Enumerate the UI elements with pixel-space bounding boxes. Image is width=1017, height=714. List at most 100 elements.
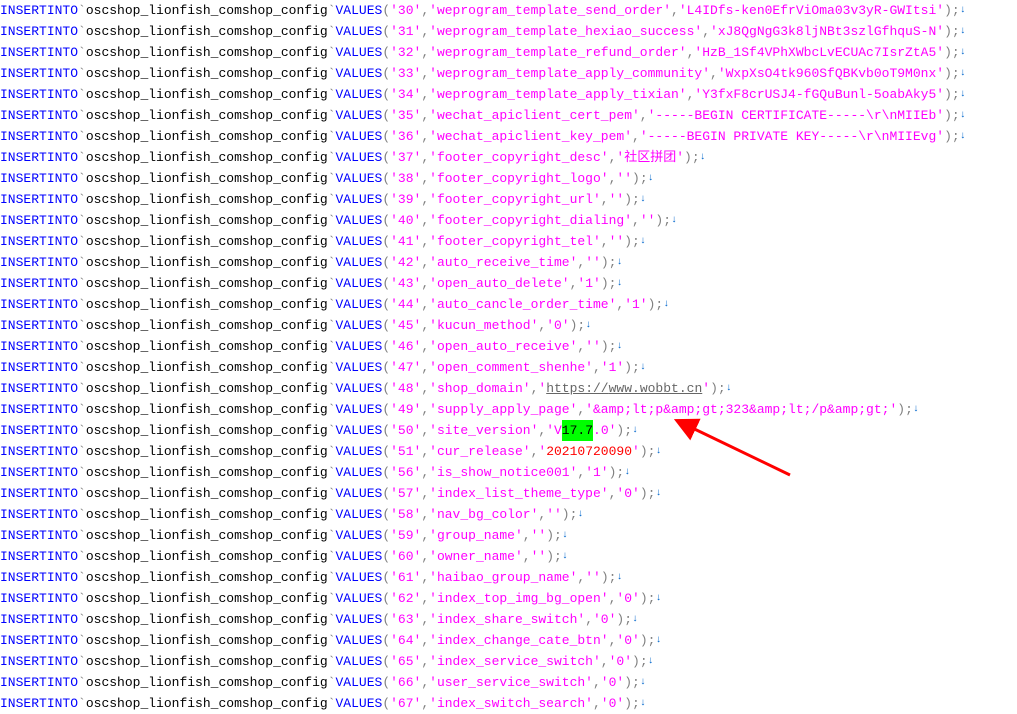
table-name: oscshop_lionfish_comshop_config — [86, 546, 328, 567]
values-keyword: VALUES — [336, 483, 383, 504]
into-keyword: INTO — [47, 84, 78, 105]
values-keyword: VALUES — [336, 651, 383, 672]
sql-line: INSERT INTO `oscshop_lionfish_comshop_co… — [0, 189, 1017, 210]
config-value: '' — [609, 231, 625, 252]
into-keyword: INTO — [47, 483, 78, 504]
row-id: '51' — [390, 441, 421, 462]
insert-keyword: INSERT — [0, 42, 47, 63]
config-value: '0' — [601, 693, 624, 714]
insert-keyword: INSERT — [0, 147, 47, 168]
table-name: oscshop_lionfish_comshop_config — [86, 630, 328, 651]
row-id: '66' — [390, 672, 421, 693]
config-value: '1' — [624, 294, 647, 315]
sql-line: INSERT INTO `oscshop_lionfish_comshop_co… — [0, 0, 1017, 21]
row-id: '33' — [390, 63, 421, 84]
table-name: oscshop_lionfish_comshop_config — [86, 210, 328, 231]
values-keyword: VALUES — [336, 315, 383, 336]
newline-marker: ↓ — [648, 651, 654, 672]
newline-marker: ↓ — [960, 105, 966, 126]
sql-line: INSERT INTO `oscshop_lionfish_comshop_co… — [0, 105, 1017, 126]
values-keyword: VALUES — [336, 126, 383, 147]
sql-line: INSERT INTO `oscshop_lionfish_comshop_co… — [0, 315, 1017, 336]
table-name: oscshop_lionfish_comshop_config — [86, 294, 328, 315]
sql-line: INSERT INTO `oscshop_lionfish_comshop_co… — [0, 294, 1017, 315]
into-keyword: INTO — [47, 252, 78, 273]
config-key: 'shop_domain' — [429, 378, 530, 399]
row-id: '64' — [390, 630, 421, 651]
config-value: 'Y3fxF8crUSJ4-fGQuBunl-5oabAky5' — [694, 84, 944, 105]
sql-line: INSERT INTO `oscshop_lionfish_comshop_co… — [0, 63, 1017, 84]
values-keyword: VALUES — [336, 294, 383, 315]
row-id: '65' — [390, 651, 421, 672]
newline-marker: ↓ — [700, 147, 706, 168]
insert-keyword: INSERT — [0, 441, 47, 462]
into-keyword: INTO — [47, 231, 78, 252]
sql-line: INSERT INTO `oscshop_lionfish_comshop_co… — [0, 84, 1017, 105]
values-keyword: VALUES — [336, 609, 383, 630]
row-id: '35' — [390, 105, 421, 126]
newline-marker: ↓ — [655, 441, 661, 462]
insert-keyword: INSERT — [0, 630, 47, 651]
table-name: oscshop_lionfish_comshop_config — [86, 693, 328, 714]
config-key: 'footer_copyright_dialing' — [429, 210, 632, 231]
into-keyword: INTO — [47, 336, 78, 357]
config-value: '' — [531, 546, 547, 567]
config-value: '' — [546, 504, 562, 525]
insert-keyword: INSERT — [0, 0, 47, 21]
config-key: 'index_list_theme_type' — [429, 483, 608, 504]
insert-keyword: INSERT — [0, 189, 47, 210]
sql-line: INSERT INTO `oscshop_lionfish_comshop_co… — [0, 147, 1017, 168]
into-keyword: INTO — [47, 315, 78, 336]
insert-keyword: INSERT — [0, 651, 47, 672]
values-keyword: VALUES — [336, 168, 383, 189]
sql-line: INSERT INTO `oscshop_lionfish_comshop_co… — [0, 441, 1017, 462]
config-value: '0' — [601, 672, 624, 693]
table-name: oscshop_lionfish_comshop_config — [86, 21, 328, 42]
newline-marker: ↓ — [585, 315, 591, 336]
config-value: '' — [609, 189, 625, 210]
config-key: 'open_comment_shenhe' — [429, 357, 593, 378]
config-key: 'index_share_switch' — [429, 609, 585, 630]
config-value: 'xJ8QgNgG3k8ljNBt3szlGfhquS-N' — [710, 21, 944, 42]
sql-code-block: INSERT INTO `oscshop_lionfish_comshop_co… — [0, 0, 1017, 714]
config-value: ' — [616, 147, 624, 168]
newline-marker: ↓ — [640, 231, 646, 252]
newline-marker: ↓ — [616, 567, 622, 588]
row-id: '47' — [390, 357, 421, 378]
config-value: '&amp;lt;p&amp;gt;323&amp;lt;/p&amp;gt;' — [585, 399, 897, 420]
insert-keyword: INSERT — [0, 273, 47, 294]
into-keyword: INTO — [47, 525, 78, 546]
table-name: oscshop_lionfish_comshop_config — [86, 84, 328, 105]
sql-line: INSERT INTO `oscshop_lionfish_comshop_co… — [0, 168, 1017, 189]
config-key: 'cur_release' — [429, 441, 530, 462]
table-name: oscshop_lionfish_comshop_config — [86, 672, 328, 693]
table-name: oscshop_lionfish_comshop_config — [86, 189, 328, 210]
row-id: '61' — [390, 567, 421, 588]
config-key: 'index_service_switch' — [429, 651, 601, 672]
config-value: '0' — [546, 315, 569, 336]
values-keyword: VALUES — [336, 252, 383, 273]
insert-keyword: INSERT — [0, 168, 47, 189]
config-value: '0' — [609, 651, 632, 672]
table-name: oscshop_lionfish_comshop_config — [86, 483, 328, 504]
into-keyword: INTO — [47, 210, 78, 231]
row-id: '59' — [390, 525, 421, 546]
sql-line: INSERT INTO `oscshop_lionfish_comshop_co… — [0, 462, 1017, 483]
into-keyword: INTO — [47, 609, 78, 630]
row-id: '58' — [390, 504, 421, 525]
into-keyword: INTO — [47, 441, 78, 462]
values-keyword: VALUES — [336, 42, 383, 63]
into-keyword: INTO — [47, 105, 78, 126]
row-id: '34' — [390, 84, 421, 105]
table-name: oscshop_lionfish_comshop_config — [86, 420, 328, 441]
config-value: '' — [531, 525, 547, 546]
table-name: oscshop_lionfish_comshop_config — [86, 567, 328, 588]
newline-marker: ↓ — [960, 42, 966, 63]
sql-line: INSERT INTO `oscshop_lionfish_comshop_co… — [0, 504, 1017, 525]
insert-keyword: INSERT — [0, 231, 47, 252]
into-keyword: INTO — [47, 21, 78, 42]
table-name: oscshop_lionfish_comshop_config — [86, 525, 328, 546]
config-value: ' — [538, 441, 546, 462]
insert-keyword: INSERT — [0, 693, 47, 714]
values-keyword: VALUES — [336, 588, 383, 609]
